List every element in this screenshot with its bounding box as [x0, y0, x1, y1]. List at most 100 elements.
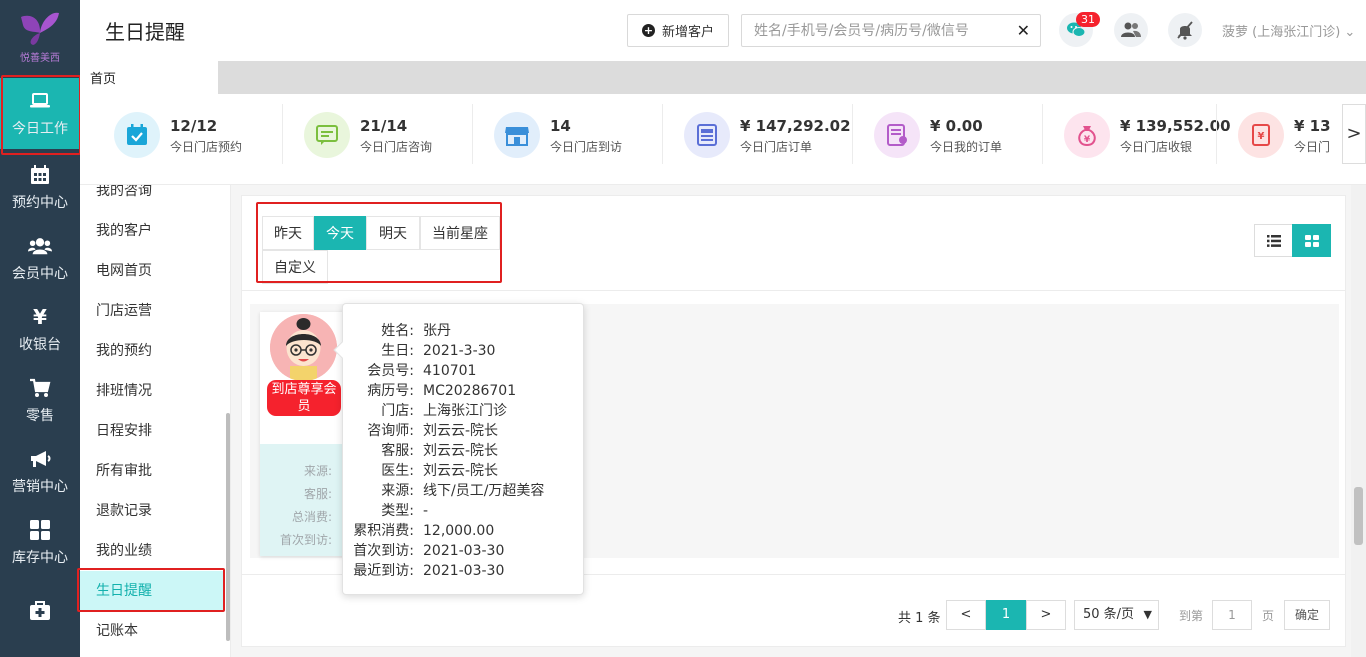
calendar-icon — [28, 164, 52, 186]
prev-page-button[interactable]: < — [946, 600, 986, 630]
leftnav-marketing[interactable]: 营销中心 — [0, 436, 80, 507]
leftnav-medical[interactable] — [0, 578, 80, 649]
close-icon[interactable]: ✕ — [1017, 21, 1030, 40]
filter-constellation[interactable]: 当前星座 — [420, 216, 500, 250]
sidebar-item[interactable]: 记账本 — [80, 611, 224, 651]
user-menu[interactable]: 菠萝 (上海张江门诊) ⌄ — [1222, 21, 1355, 40]
leftnav-label: 营销中心 — [12, 478, 68, 495]
brand-logo-text: 悦善美西 — [20, 52, 60, 64]
team-button[interactable] — [1114, 13, 1148, 47]
detail-key: 会员号: — [367, 363, 414, 379]
leftnav-label: 今日工作 — [12, 120, 68, 137]
sidebar-item[interactable]: 日程安排 — [80, 411, 224, 451]
grid-view-icon — [1304, 234, 1319, 247]
stat-card[interactable]: 12/12 今日门店预约 — [114, 104, 292, 174]
sidebar-item[interactable]: 我的预约 — [80, 331, 224, 371]
plus-circle-icon: + — [641, 24, 655, 37]
sidebar-item[interactable]: 退款记录 — [80, 491, 224, 531]
new-customer-button[interactable]: + 新增客户 — [627, 14, 729, 47]
detail-row: 医生: 刘云云-院长 — [343, 460, 498, 480]
sidebar-item[interactable]: 所有审批 — [80, 451, 224, 491]
stat-label: 今日门店咨询 — [360, 140, 433, 154]
brand-logo[interactable]: 悦善美西 — [0, 0, 80, 74]
order-user-icon — [874, 112, 920, 158]
sidebar-item[interactable]: 电网首页 — [80, 251, 224, 291]
grid-icon — [28, 519, 52, 541]
goto-confirm-button[interactable]: 确定 — [1284, 600, 1330, 630]
mute-notifications-button[interactable] — [1168, 13, 1202, 47]
stat-card[interactable]: 21/14 今日门店咨询 — [304, 104, 482, 174]
leftnav-inventory[interactable]: 库存中心 — [0, 507, 80, 578]
sidebar-item[interactable]: 我的业绩 — [80, 531, 224, 571]
filter-custom[interactable]: 自定义 — [262, 250, 328, 284]
filter-yesterday[interactable]: 昨天 — [262, 216, 314, 250]
list-view-button[interactable] — [1254, 224, 1293, 257]
stat-label: 今日门 — [1294, 140, 1331, 154]
page-size-value: 50 条/页 — [1083, 607, 1135, 622]
page-size-select[interactable]: 50 条/页 ▼ — [1074, 600, 1159, 630]
detail-value: MC20286701 — [423, 383, 517, 399]
goto-page-input[interactable]: 1 — [1212, 600, 1252, 630]
laptop-icon — [28, 90, 52, 112]
card-source-label: 来源: — [303, 464, 332, 478]
users-icon — [28, 235, 52, 257]
search-input[interactable] — [742, 15, 1012, 46]
stat-value: 21/14 — [360, 117, 408, 135]
detail-key: 来源: — [381, 483, 414, 499]
leftnav-today-work[interactable]: 今日工作 — [0, 78, 80, 149]
leftnav-retail[interactable]: 零售 — [0, 365, 80, 436]
bell-off-icon — [1177, 21, 1193, 40]
stat-card[interactable]: ¥ 0.00 今日我的订单 — [874, 104, 1052, 174]
leftnav-cashier[interactable]: ¥ 收银台 — [0, 294, 80, 365]
filter-today[interactable]: 今天 — [314, 216, 366, 250]
goto-label: 到第 — [1179, 609, 1204, 623]
leftnav-label: 收银台 — [19, 336, 61, 353]
leftnav-members[interactable]: 会员中心 — [0, 223, 80, 294]
sidebar-scrollbar[interactable] — [226, 413, 230, 641]
detail-key: 医生: — [381, 463, 414, 479]
detail-value: 刘云云-院长 — [423, 423, 499, 439]
sub-sidebar: 我的咨询 我的客户 电网首页 门店运营 我的预约 排班情况 日程安排 所有审批 退款记录 我的业绩… — [80, 185, 231, 657]
consult-icon — [304, 112, 350, 158]
calendar-check-icon — [114, 112, 160, 158]
sidebar-item[interactable]: 门店运营 — [80, 291, 224, 331]
detail-key: 类型: — [381, 503, 414, 519]
leftnav-booking[interactable]: 预约中心 — [0, 152, 80, 223]
filter-tomorrow[interactable]: 明天 — [366, 216, 420, 250]
page-1-button[interactable]: 1 — [986, 600, 1026, 630]
sidebar-item[interactable]: 生日提醒 — [80, 571, 224, 611]
card-total-label: 总消费: — [291, 510, 332, 524]
chevron-right-icon[interactable]: > — [1342, 104, 1366, 164]
detail-key: 最近到访: — [353, 563, 414, 579]
sidebar-item[interactable]: 我的咨询 — [80, 185, 224, 211]
page-scrollbar[interactable] — [1351, 185, 1366, 657]
detail-row: 生日: 2021-3-30 — [343, 340, 495, 360]
stat-value: 12/12 — [170, 117, 218, 135]
divider — [472, 104, 473, 164]
detail-value: 2021-03-30 — [423, 563, 505, 579]
butterfly-logo-icon — [21, 12, 59, 45]
stat-value: 14 — [550, 117, 571, 135]
tab-home[interactable]: 首页 — [80, 61, 218, 94]
card-view-button[interactable] — [1292, 224, 1331, 257]
leftnav-label: 预约中心 — [12, 194, 68, 211]
stat-card[interactable]: 14 今日门店到访 — [494, 104, 672, 174]
store-icon — [494, 112, 540, 158]
yen-icon: ¥ — [33, 304, 47, 329]
divider — [1216, 104, 1217, 164]
stat-label: 今日门店收银 — [1120, 140, 1193, 154]
next-page-button[interactable]: > — [1026, 600, 1066, 630]
detail-row: 咨询师: 刘云云-院长 — [343, 420, 498, 440]
sidebar-item[interactable]: 我的客户 — [80, 211, 224, 251]
stat-card[interactable]: ¥ 147,292.02 今日门店订单 — [684, 104, 862, 174]
sidebar-item[interactable]: 排班情况 — [80, 371, 224, 411]
stat-label: 今日门店订单 — [740, 140, 813, 154]
avatar — [270, 314, 337, 381]
stat-value: ¥ 0.00 — [930, 117, 983, 135]
chevron-down-icon: ⌄ — [1344, 25, 1356, 40]
detail-row: 姓名: 张丹 — [343, 320, 451, 340]
scrollbar-thumb[interactable] — [1354, 487, 1363, 545]
detail-value: 上海张江门诊 — [423, 403, 507, 419]
money-bag-icon: ¥ — [1064, 112, 1110, 158]
stat-value: ¥ 147,292.02 — [740, 117, 851, 135]
